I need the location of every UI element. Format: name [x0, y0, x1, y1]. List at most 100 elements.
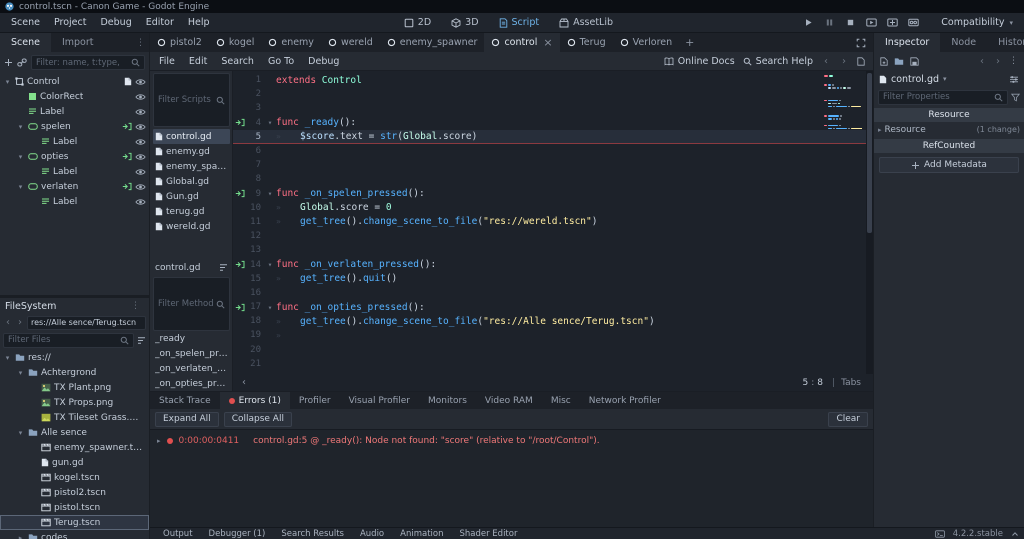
code-line-17[interactable]: 17 ▾ func _on_opties_pressed(): [233, 300, 873, 314]
play-button[interactable] [800, 15, 817, 30]
code-line-9[interactable]: 9 ▾ func _on_spelen_pressed(): [233, 187, 873, 201]
dock-options-icon[interactable]: ⋮ [127, 301, 144, 311]
search-help-button[interactable]: Search Help [743, 56, 813, 67]
debugger-tab-stack-trace[interactable]: Stack Trace [150, 392, 220, 409]
menu-help[interactable]: Help [181, 16, 217, 29]
panel-splitter[interactable] [153, 234, 230, 260]
fs-item-tx-tileset-grass-png[interactable]: TX Tileset Grass.png [0, 410, 149, 425]
play-scene-button[interactable] [863, 15, 880, 30]
scene-tab-enemy[interactable]: enemy [261, 33, 321, 52]
current-path[interactable]: res://Alle sence/Terug.tscn [27, 315, 146, 330]
indent-mode[interactable]: Tabs [841, 378, 861, 388]
add-node-icon[interactable] [4, 58, 13, 67]
code-line-15[interactable]: 15» get_tree().quit() [233, 272, 873, 286]
line-number[interactable]: 12 [246, 231, 264, 241]
script-item-enemy-gd[interactable]: enemy.gd [153, 144, 230, 159]
connection-gutter-icon[interactable] [233, 303, 246, 312]
script-item-enemy-spawne[interactable]: enemy_spawne... [153, 159, 230, 174]
line-number[interactable]: 10 [246, 203, 264, 213]
eye-icon[interactable] [135, 93, 146, 101]
fs-item-achtergrond[interactable]: ▾ Achtergrond [0, 365, 149, 380]
line-number[interactable]: 16 [246, 288, 264, 298]
scene-filter-input[interactable] [36, 57, 128, 68]
code-line-3[interactable]: 3 [233, 101, 873, 115]
debugger-tab-profiler[interactable]: Profiler [290, 392, 340, 409]
debugger-tab-video-ram[interactable]: Video RAM [476, 392, 542, 409]
stop-button[interactable] [842, 15, 859, 30]
code-line-6[interactable]: 6 [233, 144, 873, 158]
scene-node-label[interactable]: Label [0, 134, 149, 149]
scene-node-label[interactable]: Label [0, 164, 149, 179]
line-number[interactable]: 11 [246, 217, 264, 227]
scene-tab-wereld[interactable]: wereld [321, 33, 380, 52]
scene-tab-verloren[interactable]: Verloren [613, 33, 680, 52]
fs-item-pistol-tscn[interactable]: pistol.tscn [0, 500, 149, 515]
menu-scene[interactable]: Scene [4, 16, 47, 29]
pause-button[interactable] [821, 15, 838, 30]
fs-item-enemy-spawner-tscn[interactable]: enemy_spawner.tscn [0, 440, 149, 455]
code-minimap[interactable] [824, 75, 862, 140]
eye-icon[interactable] [135, 108, 146, 116]
line-number[interactable]: 3 [246, 103, 264, 113]
load-resource-icon[interactable] [894, 57, 904, 66]
bottom-panel-shader-editor[interactable]: Shader Editor [451, 529, 525, 539]
debugger-tab-network-profiler[interactable]: Network Profiler [580, 392, 670, 409]
property-filter-input[interactable] [883, 92, 991, 102]
code-line-4[interactable]: 4 ▾ func _ready(): [233, 116, 873, 130]
line-number[interactable]: 15 [246, 274, 264, 284]
fold-arrow[interactable]: ▾ [264, 189, 276, 198]
sort-methods-icon[interactable] [219, 263, 228, 272]
scene-tab-pistol2[interactable]: pistol2 [150, 33, 209, 52]
line-number[interactable]: 17 [246, 302, 264, 312]
method-item-on-opties-pressed[interactable]: _on_opties_pressed [153, 376, 230, 391]
new-scene-tab-button[interactable]: + [679, 33, 700, 52]
scene-node-opties[interactable]: ▾ opties [0, 149, 149, 164]
scrollbar-thumb[interactable] [867, 73, 872, 233]
toggle-scripts-panel-icon[interactable]: ‹ [242, 377, 246, 388]
sort-files-icon[interactable] [137, 336, 146, 345]
workspace-tab-3d[interactable]: 3D [442, 16, 487, 29]
connection-gutter-icon[interactable] [233, 260, 246, 269]
eye-icon[interactable] [135, 183, 146, 191]
debugger-tab-monitors[interactable]: Monitors [419, 392, 476, 409]
eye-icon[interactable] [135, 123, 146, 131]
scene-tab-control[interactable]: control × [484, 33, 560, 52]
expand-arrow[interactable]: ▾ [16, 369, 25, 377]
line-number[interactable]: 8 [246, 174, 264, 184]
signal-icon[interactable] [122, 152, 132, 161]
line-number[interactable]: 19 [246, 330, 264, 340]
code-line-10[interactable]: 10» Global.score = 0 [233, 201, 873, 215]
eye-icon[interactable] [135, 78, 146, 86]
methods-filter[interactable] [153, 277, 230, 331]
method-item-on-spelen-pressed[interactable]: _on_spelen_pressed [153, 346, 230, 361]
filter-options-icon[interactable] [1011, 93, 1020, 102]
script-docs-icon[interactable] [857, 56, 865, 66]
fs-item-tx-plant-png[interactable]: TX Plant.png [0, 380, 149, 395]
menu-debug[interactable]: Debug [93, 16, 138, 29]
line-number[interactable]: 7 [246, 160, 264, 170]
fold-arrow[interactable]: ▾ [264, 260, 276, 269]
signal-icon[interactable] [122, 122, 132, 131]
bottom-panel-animation[interactable]: Animation [392, 529, 451, 539]
inspector-tab-history[interactable]: History [987, 33, 1024, 52]
signal-icon[interactable] [122, 182, 132, 191]
method-item-ready[interactable]: _ready [153, 331, 230, 346]
expand-arrow[interactable]: ▾ [16, 123, 25, 131]
play-custom-button[interactable] [884, 15, 901, 30]
script-menu-debug[interactable]: Debug [301, 55, 346, 68]
code-line-16[interactable]: 16 [233, 286, 873, 300]
distraction-free-icon[interactable] [852, 33, 870, 52]
scene-node-verlaten[interactable]: ▾ verlaten [0, 179, 149, 194]
debugger-tab-errors-1[interactable]: Errors (1) [219, 392, 290, 409]
expand-panel-icon[interactable] [1011, 530, 1019, 538]
scene-node-label[interactable]: Label [0, 194, 149, 209]
fs-item-terug-tscn[interactable]: Terug.tscn [0, 515, 149, 530]
fs-item-kogel-tscn[interactable]: kogel.tscn [0, 470, 149, 485]
workspace-tab-assetlib[interactable]: AssetLib [550, 16, 622, 29]
scene-tab-kogel[interactable]: kogel [209, 33, 262, 52]
inspector-tab-inspector[interactable]: Inspector [874, 33, 941, 52]
method-item-on-verlaten-press[interactable]: _on_verlaten_press... [153, 361, 230, 376]
scene-tab-terug[interactable]: Terug [560, 33, 613, 52]
expand-arrow[interactable]: ▾ [16, 153, 25, 161]
expand-arrow[interactable]: ▾ [16, 183, 25, 191]
